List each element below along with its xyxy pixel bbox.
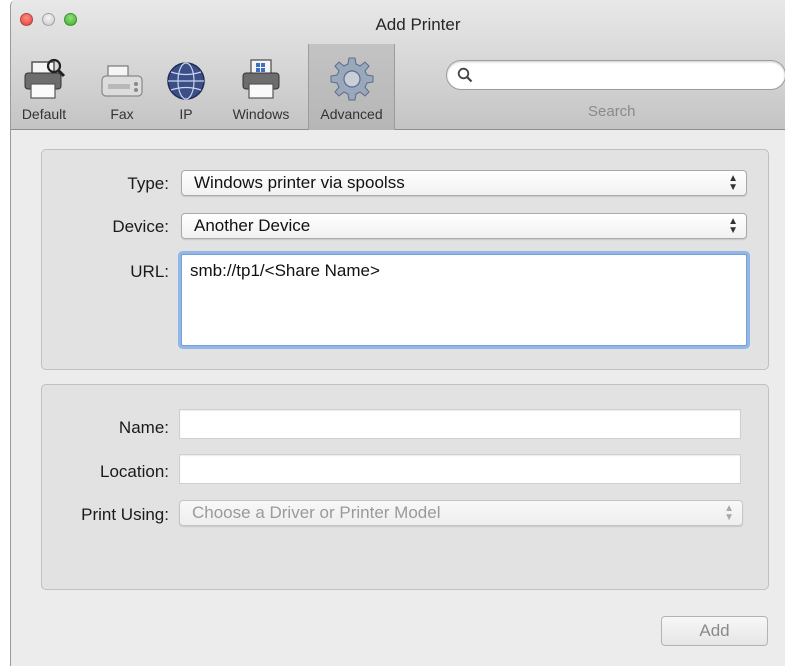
print-using-popup[interactable]: Choose a Driver or Printer Model ▲ ▼ — [179, 500, 743, 526]
toolbar-item-fax[interactable]: Fax — [97, 48, 147, 130]
toolbar-item-advanced[interactable]: Advanced — [308, 44, 395, 130]
name-label: Name: — [118, 418, 169, 437]
popup-arrows-icon: ▲ ▼ — [728, 216, 738, 236]
toolbar: Add Printer Default Fax IP Windows Advan… — [11, 0, 785, 130]
fax-icon — [100, 48, 144, 102]
globe-icon — [165, 48, 207, 102]
toolbar-label-advanced: Advanced — [320, 106, 383, 122]
printer-search-icon — [22, 48, 66, 102]
name-field[interactable] — [179, 409, 741, 439]
url-label: URL: — [130, 262, 169, 281]
print-using-value: Choose a Driver or Printer Model — [192, 503, 441, 522]
device-popup-value: Another Device — [194, 216, 311, 235]
add-printer-window: Add Printer Default Fax IP Windows Advan… — [10, 0, 785, 666]
type-popup[interactable]: Windows printer via spoolss ▲ ▼ — [181, 170, 747, 196]
windows-printer-icon — [241, 48, 281, 102]
search-field[interactable] — [446, 60, 785, 90]
location-field[interactable] — [179, 454, 741, 484]
toolbar-item-default[interactable]: Default — [15, 48, 73, 130]
url-field[interactable]: smb://tp1/<Share Name> — [181, 254, 747, 346]
location-label: Location: — [100, 462, 169, 481]
search-icon — [457, 67, 473, 88]
window-title: Add Printer — [375, 15, 461, 34]
type-popup-value: Windows printer via spoolss — [194, 173, 405, 192]
toolbar-item-windows[interactable]: Windows — [223, 48, 299, 130]
connection-panel: Type: Windows printer via spoolss ▲ ▼ Dev… — [41, 149, 769, 370]
gear-icon — [329, 48, 375, 102]
toolbar-label-windows: Windows — [232, 106, 290, 122]
device-popup[interactable]: Another Device ▲ ▼ — [181, 213, 747, 239]
popup-arrows-icon: ▲ ▼ — [728, 173, 738, 193]
search-label: Search — [588, 103, 636, 120]
search-input[interactable] — [477, 65, 767, 85]
type-label: Type: — [127, 174, 169, 193]
toolbar-label-default: Default — [21, 106, 67, 122]
popup-arrows-icon: ▲ ▼ — [724, 503, 734, 523]
device-label: Device: — [112, 217, 169, 236]
toolbar-label-fax: Fax — [110, 106, 134, 122]
printer-info-panel: Name: Location: Print Using: Choose a Dr… — [41, 384, 769, 590]
toolbar-label-ip: IP — [179, 106, 193, 122]
add-button[interactable]: Add — [661, 616, 768, 646]
print-using-label: Print Using: — [81, 505, 169, 524]
toolbar-item-ip[interactable]: IP — [161, 48, 211, 130]
